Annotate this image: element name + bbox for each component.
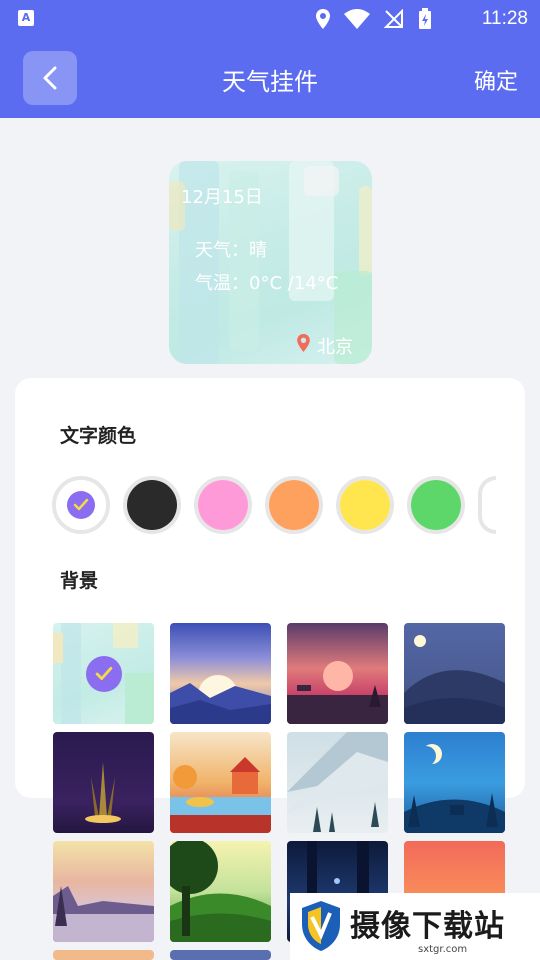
selected-check-icon [86, 656, 122, 692]
bg-thumb-green-tree[interactable] [170, 841, 271, 942]
bg-thumb-blue-night-cabin[interactable] [404, 732, 505, 833]
status-icons [316, 8, 432, 30]
watermark: 摄像下载站 sxtgr.com [290, 893, 540, 960]
location-icon [316, 9, 330, 29]
preview-date: 12月15日 [181, 187, 263, 208]
swatch-green[interactable] [407, 476, 465, 534]
preview-city: 北京 [317, 337, 353, 358]
bg-thumb-night-hill[interactable] [404, 623, 505, 724]
shield-logo-icon [302, 901, 340, 951]
preview-temperature: 气温：0°C /14°C [195, 273, 339, 294]
status-bar: A 11:28 [0, 0, 540, 38]
text-color-swatches [52, 476, 496, 534]
location-pin-icon [297, 334, 310, 352]
swatch-pink[interactable] [194, 476, 252, 534]
swatch-yellow[interactable] [336, 476, 394, 534]
check-icon [67, 491, 95, 519]
swatch-white[interactable] [52, 476, 110, 534]
swatch-black[interactable] [123, 476, 181, 534]
text-color-title: 文字颜色 [60, 425, 137, 447]
swatch-fill [56, 480, 106, 530]
bg-thumb-partial-2[interactable] [170, 950, 271, 960]
page-title: 天气挂件 [222, 68, 318, 96]
swatch-partial[interactable] [478, 476, 496, 534]
confirm-button[interactable]: 确定 [474, 64, 518, 96]
app-bar: 天气挂件 确定 [0, 38, 540, 118]
app-notification-icon: A [18, 10, 34, 26]
widget-preview: 12月15日 天气：晴 气温：0°C /14°C 北京 [169, 161, 372, 364]
bg-thumb-watercolor[interactable] [53, 623, 154, 724]
battery-charging-icon [419, 8, 431, 29]
status-time: 11:28 [481, 8, 528, 29]
bg-thumb-purple-crystals[interactable] [53, 732, 154, 833]
bg-thumb-sunset-lake[interactable] [170, 623, 271, 724]
wifi-icon [344, 9, 370, 29]
bg-thumb-pastel-lake[interactable] [53, 841, 154, 942]
bg-thumb-red-sunset[interactable] [287, 623, 388, 724]
bg-thumb-autumn-cabin[interactable] [170, 732, 271, 833]
background-title: 背景 [60, 570, 99, 592]
bg-thumb-partial-1[interactable] [53, 950, 154, 960]
preview-weather: 天气：晴 [195, 240, 267, 261]
watermark-name: 摄像下载站 [350, 909, 505, 944]
watermark-url: sxtgr.com [418, 944, 468, 955]
no-signal-icon [384, 9, 403, 28]
swatch-orange[interactable] [265, 476, 323, 534]
bg-thumb-snow-slope[interactable] [287, 732, 388, 833]
